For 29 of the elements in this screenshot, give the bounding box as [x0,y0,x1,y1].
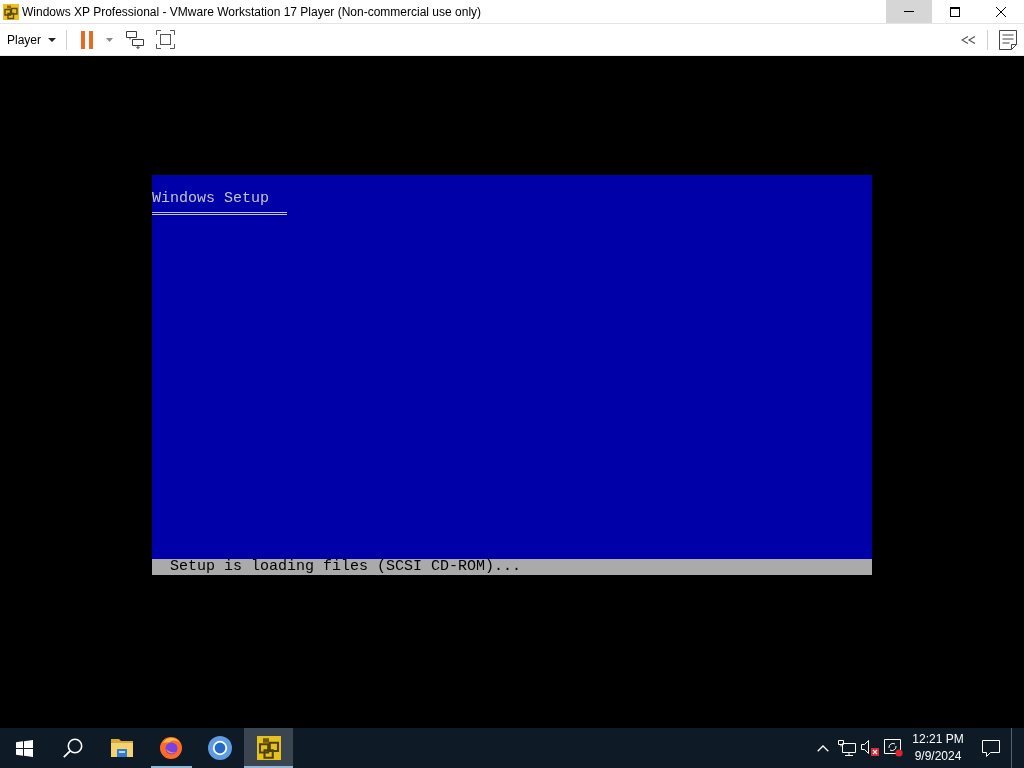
caret-icon [106,37,113,42]
caret-icon [48,37,56,42]
display-alert-icon [883,739,903,757]
browser-icon [207,736,232,760]
send-keys-icon [126,30,144,49]
minimize-icon [904,11,914,12]
search-icon [62,738,83,758]
close-icon [996,6,1006,17]
fullscreen-icon [156,30,175,49]
app-logo-icon [3,3,19,20]
folder-icon [110,739,133,757]
notes-icon [999,29,1017,50]
windows-logo-icon [15,739,33,757]
pause-icon [81,30,93,49]
taskbar-app-button[interactable] [244,728,293,768]
clock-date: 9/9/2024 [914,748,962,765]
chevron-up-icon [817,744,829,752]
notification-icon [982,739,1000,757]
setup-title: Windows Setup [152,189,270,207]
clock-time: 12:21 PM [912,731,964,748]
status-bar: Setup is loading files (SCSI CD-ROM)... [152,559,872,575]
double-chevron-left-icon [961,35,976,44]
network-icon [838,740,856,756]
window-title: Windows XP Professional - VMware Workstation 17 Player (Non-commercial use only) [22,4,482,19]
maximize-icon [950,6,960,17]
player-menu-button[interactable]: Player [0,28,62,51]
browser-icon [159,737,182,759]
app-logo-icon [256,736,281,760]
volume-muted-icon [861,740,879,756]
